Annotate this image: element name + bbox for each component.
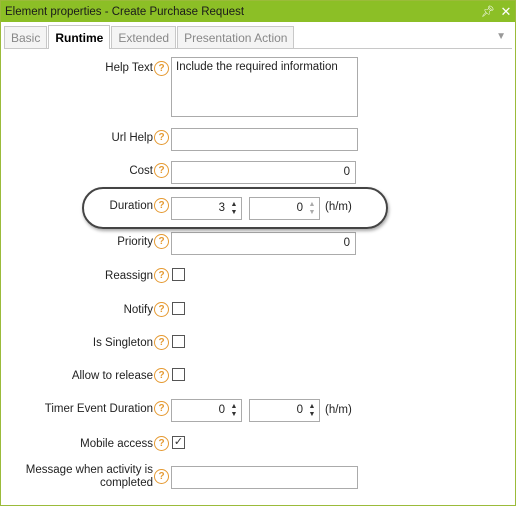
notify-checkbox[interactable] [172,302,185,315]
tab-runtime[interactable]: Runtime [48,25,111,49]
reassign-help-icon[interactable]: ? [154,268,169,283]
window-title: Element properties - Create Purchase Req… [5,5,245,18]
is-singleton-label: Is Singleton [92,337,153,349]
priority-help-icon[interactable]: ? [154,234,169,249]
allow-to-release-checkbox[interactable] [172,368,185,381]
duration-help-icon[interactable]: ? [154,198,169,213]
pin-icon[interactable]: 📌︎ [479,3,497,21]
duration-minutes-arrows-icon[interactable]: ▲ ▼ [306,199,318,218]
cost-field[interactable]: 0 [171,161,356,184]
timer-minutes-arrows-icon[interactable]: ▲ ▼ [306,401,318,420]
timer-event-duration-help-icon[interactable]: ? [154,401,169,416]
is-singleton-help-icon[interactable]: ? [154,335,169,350]
allow-to-release-help-icon[interactable]: ? [154,368,169,383]
title-bar: Element properties - Create Purchase Req… [1,1,515,22]
tab-presentation-action[interactable]: Presentation Action [177,26,295,48]
url-help-help-icon[interactable]: ? [154,130,169,145]
message-completed-help-icon[interactable]: ? [154,469,169,484]
timer-minutes-value: 0 [296,404,303,416]
mobile-access-help-icon[interactable]: ? [154,436,169,451]
help-text-help-icon[interactable]: ? [154,61,169,76]
element-properties-window: Element properties - Create Purchase Req… [0,0,516,506]
cost-label: Cost [129,165,153,177]
duration-hours-stepper[interactable]: 3 ▲ ▼ [171,197,242,220]
duration-minutes-value: 0 [296,202,303,214]
notify-label: Notify [123,304,153,316]
url-help-label: Url Help [111,132,153,144]
runtime-panel: Help Text ? Include the required informa… [1,50,515,505]
notify-help-icon[interactable]: ? [154,302,169,317]
timer-minutes-stepper[interactable]: 0 ▲ ▼ [249,399,320,422]
duration-minutes-stepper[interactable]: 0 ▲ ▼ [249,197,320,220]
mobile-access-checkbox[interactable]: ✓ [172,436,185,449]
timer-hours-value: 0 [218,404,225,416]
priority-label: Priority [117,236,153,248]
timer-event-duration-label: Timer Event Duration [44,403,153,415]
help-text-label: Help Text [105,62,153,74]
timer-hours-stepper[interactable]: 0 ▲ ▼ [171,399,242,422]
tab-extended[interactable]: Extended [111,26,177,48]
close-icon[interactable]: ✕ [497,3,515,21]
tab-basic[interactable]: Basic [4,26,48,48]
url-help-field[interactable] [171,128,358,151]
cost-help-icon[interactable]: ? [154,163,169,178]
message-completed-field[interactable] [171,466,358,489]
allow-to-release-label: Allow to release [71,370,153,382]
priority-field[interactable]: 0 [171,232,356,255]
help-text-field[interactable]: Include the required information [171,57,358,117]
is-singleton-checkbox[interactable] [172,335,185,348]
tab-strip: Basic Runtime Extended Presentation Acti… [4,25,512,49]
timer-hours-arrows-icon[interactable]: ▲ ▼ [228,401,240,420]
mobile-access-label: Mobile access [80,438,153,450]
duration-label: Duration [109,200,153,212]
tab-menu-chevron-icon[interactable]: ▼ [496,31,506,42]
message-completed-label: Message when activity is completed [25,464,153,489]
duration-hours-value: 3 [218,202,225,214]
duration-unit: (h/m) [325,201,352,213]
reassign-checkbox[interactable] [172,268,185,281]
timer-unit: (h/m) [325,404,352,416]
reassign-label: Reassign [105,270,153,282]
duration-hours-arrows-icon[interactable]: ▲ ▼ [228,199,240,218]
